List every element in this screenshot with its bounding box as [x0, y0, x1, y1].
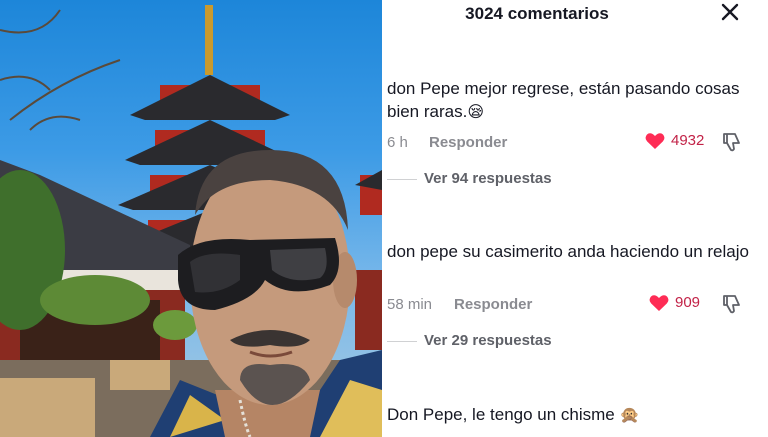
comment-text: don Pepe mejor regrese, están pasando co…	[387, 77, 757, 123]
dislike-icon	[723, 133, 740, 152]
dislike-button[interactable]	[720, 131, 742, 153]
close-icon	[721, 3, 739, 21]
like-count: 4932	[671, 132, 705, 149]
comment-time: 58 min	[387, 296, 433, 313]
view-replies-link[interactable]: Ver 29 respuestas	[424, 332, 552, 350]
like-button[interactable]: 4932	[645, 132, 704, 150]
close-button[interactable]	[720, 2, 740, 22]
comment-time: 6 h	[387, 134, 408, 151]
video-frame[interactable]	[0, 0, 382, 437]
comments-count-title: 3024 comentarios	[465, 4, 609, 23]
reply-button[interactable]: Responder	[429, 134, 507, 152]
replies-divider	[387, 179, 417, 180]
comments-panel: 3024 comentarios don Pepe mejor regrese,…	[382, 0, 768, 437]
heart-icon	[645, 133, 665, 149]
dislike-icon	[723, 295, 740, 314]
dislike-button[interactable]	[720, 293, 742, 315]
comment-text: Don Pepe, le tengo un chisme 🙊	[387, 403, 757, 426]
like-count: 909	[675, 294, 701, 311]
comment-body: Don Pepe, le tengo un chisme	[387, 405, 615, 424]
speak-no-evil-monkey-icon: 🙊	[619, 405, 640, 424]
comment-body: don Pepe mejor regrese, están pasando co…	[387, 79, 740, 121]
reply-button[interactable]: Responder	[454, 296, 532, 314]
comment-text: don pepe su casimerito anda haciendo un …	[387, 240, 757, 263]
sleepy-face-icon: 😪	[467, 102, 485, 121]
like-button[interactable]: 909	[649, 294, 700, 312]
heart-icon	[649, 295, 669, 311]
replies-divider	[387, 341, 417, 342]
tree-branches	[0, 9, 121, 131]
comment-body: don pepe su casimerito anda haciendo un …	[387, 242, 749, 261]
view-replies-link[interactable]: Ver 94 respuestas	[424, 170, 552, 188]
video-scene	[0, 5, 382, 437]
